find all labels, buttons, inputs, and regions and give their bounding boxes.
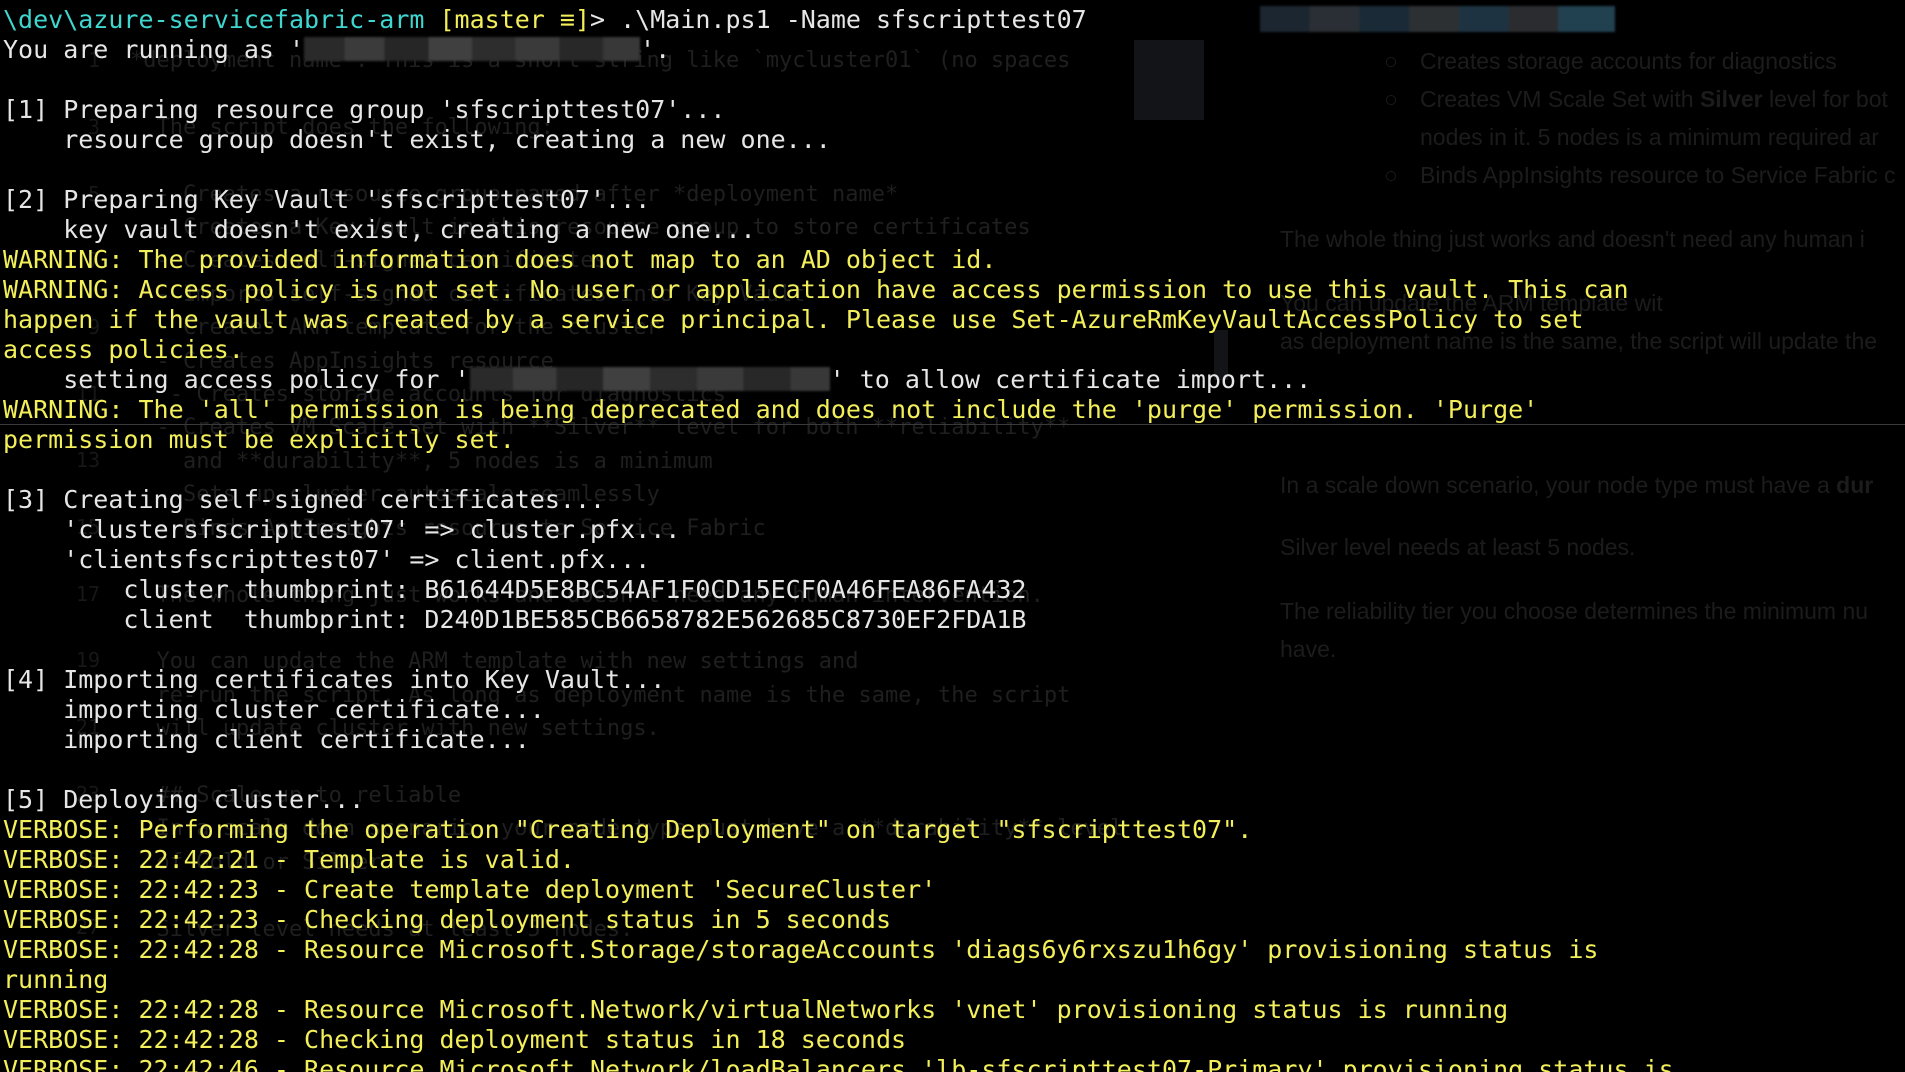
console-line-step3-client: 'clientsfscripttest07' => client.pfx...: [3, 545, 651, 574]
prompt-symbol: >: [590, 5, 621, 34]
verbose-line: VERBOSE: 22:42:46 - Resource Microsoft.N…: [3, 1055, 1674, 1072]
console-line-access-policy: setting access policy for ' ' to allow ce…: [3, 365, 1312, 394]
console-line-step3-title: [3] Creating self-signed certificates...: [3, 485, 606, 514]
prompt-path: \dev\azure-servicefabric-arm: [3, 5, 425, 34]
redacted-username: [304, 37, 641, 61]
verbose-line: VERBOSE: 22:42:23 - Checking deployment …: [3, 905, 892, 934]
verbose-line: VERBOSE: 22:42:21 - Template is valid.: [3, 845, 575, 874]
console-line-step5-title: [5] Deploying cluster...: [3, 785, 365, 814]
warning-line: WARNING: The provided information does n…: [3, 245, 997, 274]
console-line-step4-client: importing client certificate...: [3, 725, 530, 754]
verbose-line: running: [3, 965, 109, 994]
warning-line: WARNING: The 'all' permission is being d…: [3, 395, 1539, 424]
redacted-principal: [469, 367, 830, 391]
git-branch-status: [master ≡]: [439, 5, 591, 34]
console-line-step4-title: [4] Importing certificates into Key Vaul…: [3, 665, 666, 694]
warning-line: WARNING: Access policy is not set. No us…: [3, 275, 1629, 304]
console-line-cluster-thumbprint: cluster thumbprint: B61644D5E8BC54AF1F0C…: [3, 575, 1027, 604]
verbose-line: VERBOSE: 22:42:23 - Create template depl…: [3, 875, 937, 904]
console-output: \dev\azure-servicefabric-arm [master ≡]>…: [3, 5, 1674, 1072]
warning-line: happen if the vault was created by a ser…: [3, 305, 1584, 334]
verbose-line: VERBOSE: 22:42:28 - Checking deployment …: [3, 1025, 907, 1054]
console-line-step2-msg: key vault doesn't exist, creating a new …: [3, 215, 756, 244]
warning-line: permission must be explicitly set.: [3, 425, 515, 454]
console-line-client-thumbprint: client thumbprint: D240D1BE585CB6658782E…: [3, 605, 1027, 634]
prompt-command[interactable]: .\Main.ps1 -Name sfscripttest07: [620, 5, 1087, 34]
console-line-step1-title: [1] Preparing resource group 'sfscriptte…: [3, 95, 726, 124]
console-line-running-as: You are running as ' '.: [3, 35, 671, 64]
powershell-console[interactable]: 1*deployment name*. This is a short stri…: [0, 0, 1905, 1072]
console-line-step2-title: [2] Preparing Key Vault 'sfscripttest07'…: [3, 185, 651, 214]
warning-line: access policies.: [3, 335, 244, 364]
console-line-step3-cluster: 'clustersfscripttest07' => cluster.pfx..…: [3, 515, 681, 544]
console-line-step1-msg: resource group doesn't exist, creating a…: [3, 125, 831, 154]
verbose-line: VERBOSE: 22:42:28 - Resource Microsoft.S…: [3, 935, 1599, 964]
verbose-line: VERBOSE: Performing the operation "Creat…: [3, 815, 1253, 844]
verbose-line: VERBOSE: 22:42:28 - Resource Microsoft.N…: [3, 995, 1509, 1024]
redacted-window-title: [1260, 6, 1615, 32]
console-line-step4-cluster: importing cluster certificate...: [3, 695, 545, 724]
